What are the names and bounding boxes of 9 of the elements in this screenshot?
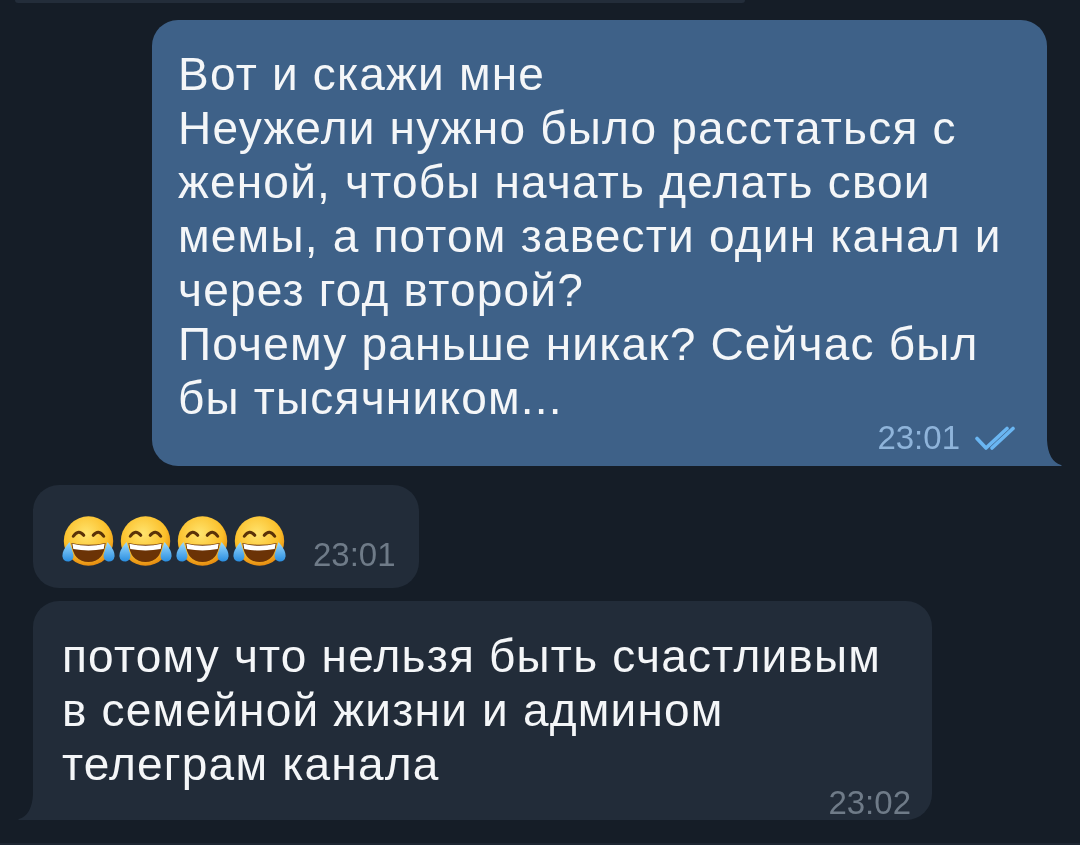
message-text: Вот и скажи мне Неужели нужно было расстаться с женой, чтобы начать делать свои мемы, а потом завести один канал и через год второй? Почему раньше никак? Сейчас был бы тысячником...: [178, 47, 1003, 425]
laughing-tears-emoji-icon: [60, 514, 117, 568]
laughing-tears-emoji-icon: [117, 514, 174, 568]
message-time: 23:01: [877, 425, 960, 451]
message-text: потому что нельзя быть счастливым в семейной жизни и админом телеграм канала: [62, 629, 883, 791]
laughing-tears-emoji-icon: [231, 514, 288, 568]
message-time: 23:01: [313, 542, 396, 568]
laughing-tears-emoji-icon: [174, 514, 231, 568]
message-time: 23:02: [828, 791, 911, 815]
